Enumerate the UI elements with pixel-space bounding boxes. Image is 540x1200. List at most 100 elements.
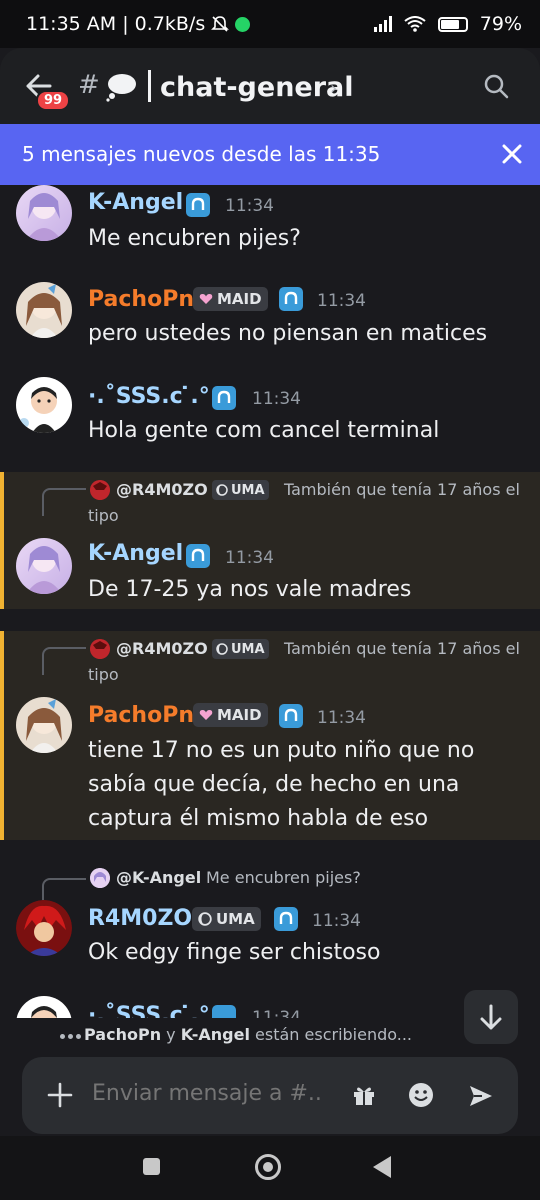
moon-icon: [198, 912, 212, 926]
reply-author[interactable]: @R4M0ZO: [116, 480, 208, 499]
title-divider: [148, 70, 151, 102]
typing-suffix: están escribiendo...: [249, 1025, 413, 1044]
scroll-down-icon: [480, 1004, 502, 1030]
reply-text[interactable]: Me encubren pijes?: [206, 865, 361, 891]
role-tag: MAID: [193, 287, 268, 311]
reply-text[interactable]: También que tenía 17 años el: [284, 477, 520, 503]
nitro-boost-icon: [279, 704, 303, 728]
role-tag: MAID: [193, 703, 268, 727]
message-text: pero ustedes no piensan en matices: [88, 321, 488, 346]
emoji-icon[interactable]: [408, 1082, 434, 1108]
author-name[interactable]: K-Angel: [88, 190, 183, 215]
mention-highlight-bar: [0, 631, 4, 840]
reply-text-cont[interactable]: tipo: [88, 662, 119, 688]
message-text: De 17-25 ya nos vale madres: [88, 577, 412, 602]
role-tag-label: MAID: [217, 290, 262, 308]
timestamp: 11:34: [225, 548, 274, 568]
reply-text-cont[interactable]: tipo: [88, 503, 119, 529]
message-text: Me encubren pijes?: [88, 226, 301, 251]
avatar[interactable]: [16, 377, 72, 433]
home-button[interactable]: [255, 1154, 281, 1180]
typing-dots-icon: [60, 1034, 81, 1039]
reply-avatar: [90, 868, 110, 888]
system-back-button[interactable]: [373, 1156, 391, 1178]
reply-avatar: [90, 480, 110, 500]
avatar[interactable]: [16, 538, 72, 594]
new-messages-text: 5 mensajes nuevos desde las 11:35: [22, 142, 381, 166]
reply-connector: [42, 647, 86, 675]
search-icon[interactable]: [482, 72, 510, 100]
role-tag-label: MAID: [217, 706, 262, 724]
moon-icon: [216, 643, 228, 655]
status-bar: 11:35 AM | 0.7kB/s 79%: [0, 0, 540, 48]
reply-role-tag: UMA: [212, 480, 269, 500]
timestamp: 11:34: [317, 708, 366, 728]
timestamp: 11:34: [312, 911, 361, 931]
whatsapp-icon: [235, 16, 251, 32]
unread-badge: 99: [36, 90, 71, 111]
typing-joiner: y: [161, 1025, 181, 1044]
channel-header: 99 # chat-general ›: [0, 48, 540, 124]
avatar[interactable]: [16, 900, 72, 956]
recents-button[interactable]: [143, 1158, 160, 1175]
message-text: tiene 17 no es un puto niño que no sabía…: [88, 738, 475, 831]
close-icon[interactable]: [500, 142, 524, 166]
reply-text[interactable]: También que tenía 17 años el: [284, 636, 520, 662]
mention-highlight-bar: [0, 472, 4, 609]
new-messages-bar[interactable]: 5 mensajes nuevos desde las 11:35: [0, 124, 540, 185]
reply-connector: [42, 488, 86, 516]
nitro-boost-icon: [186, 193, 210, 217]
send-icon[interactable]: [468, 1083, 494, 1109]
author-name[interactable]: PachoPn: [88, 287, 194, 312]
reply-role-tag-label: UMA: [231, 641, 265, 657]
author-name[interactable]: K-Angel: [88, 541, 183, 566]
avatar[interactable]: [16, 185, 72, 241]
role-tag: UMA: [192, 907, 261, 931]
author-name[interactable]: PachoPn: [88, 703, 194, 728]
author-name[interactable]: R4M0ZO: [88, 906, 192, 931]
reply-author[interactable]: @R4M0ZO: [116, 639, 208, 658]
system-nav-bar: [0, 1136, 540, 1200]
channel-title[interactable]: chat-general: [160, 72, 354, 103]
timestamp: 11:34: [252, 389, 301, 409]
reply-author[interactable]: @K-Angel: [116, 868, 201, 887]
scroll-to-bottom-button[interactable]: [464, 990, 518, 1044]
battery-level: 79%: [479, 13, 522, 35]
hash-icon: #: [78, 70, 100, 100]
thought-bubble-icon: [106, 74, 136, 102]
message[interactable]: @R4M0ZO UMA También que tenía 17 años el…: [0, 631, 540, 840]
typing-indicator: PachoPn y K-Angel están escribiendo...: [0, 1024, 540, 1052]
typing-user: PachoPn: [84, 1025, 162, 1044]
message-text: Ok edgy finge ser chistoso: [88, 940, 381, 965]
moon-icon: [216, 484, 228, 496]
avatar[interactable]: [16, 697, 72, 753]
message[interactable]: PachoPn MAID 11:34 pero ustedes no piens…: [0, 282, 540, 362]
heart-icon: [199, 710, 213, 720]
message-composer: [22, 1057, 518, 1134]
heart-icon: [199, 294, 213, 304]
reply-role-tag-label: UMA: [231, 482, 265, 498]
author-name[interactable]: ·.˚SSS.c ̇.°: [88, 384, 210, 409]
message[interactable]: K-Angel 11:34 Me encubren pijes?: [0, 185, 540, 273]
nitro-boost-icon: [274, 907, 298, 931]
reply-role-tag: UMA: [212, 639, 269, 659]
reply-avatar: [90, 639, 110, 659]
message[interactable]: @K-Angel Me encubren pijes? R4M0ZO UMA 1…: [0, 866, 540, 976]
typing-text: PachoPn y K-Angel están escribiendo...: [84, 1025, 412, 1044]
typing-user: K-Angel: [180, 1025, 250, 1044]
timestamp: 11:34: [317, 291, 366, 311]
wifi-icon: [404, 16, 426, 32]
gift-icon[interactable]: [352, 1083, 376, 1107]
message[interactable]: @R4M0ZO UMA También que tenía 17 años el…: [0, 472, 540, 609]
message[interactable]: ·.˚SSS.c ̇.° 11:34 Hola gente com cancel…: [0, 377, 540, 457]
message-input[interactable]: [92, 1081, 322, 1106]
role-tag-label: UMA: [216, 910, 255, 928]
avatar[interactable]: [16, 282, 72, 338]
mute-bell-icon: [211, 16, 230, 32]
chevron-right-icon[interactable]: ›: [330, 78, 337, 99]
nitro-boost-icon: [186, 544, 210, 568]
plus-icon[interactable]: [46, 1081, 74, 1109]
status-time: 11:35 AM | 0.7kB/s: [26, 13, 206, 35]
battery-icon: [437, 16, 468, 32]
signal-icon: [373, 16, 392, 32]
